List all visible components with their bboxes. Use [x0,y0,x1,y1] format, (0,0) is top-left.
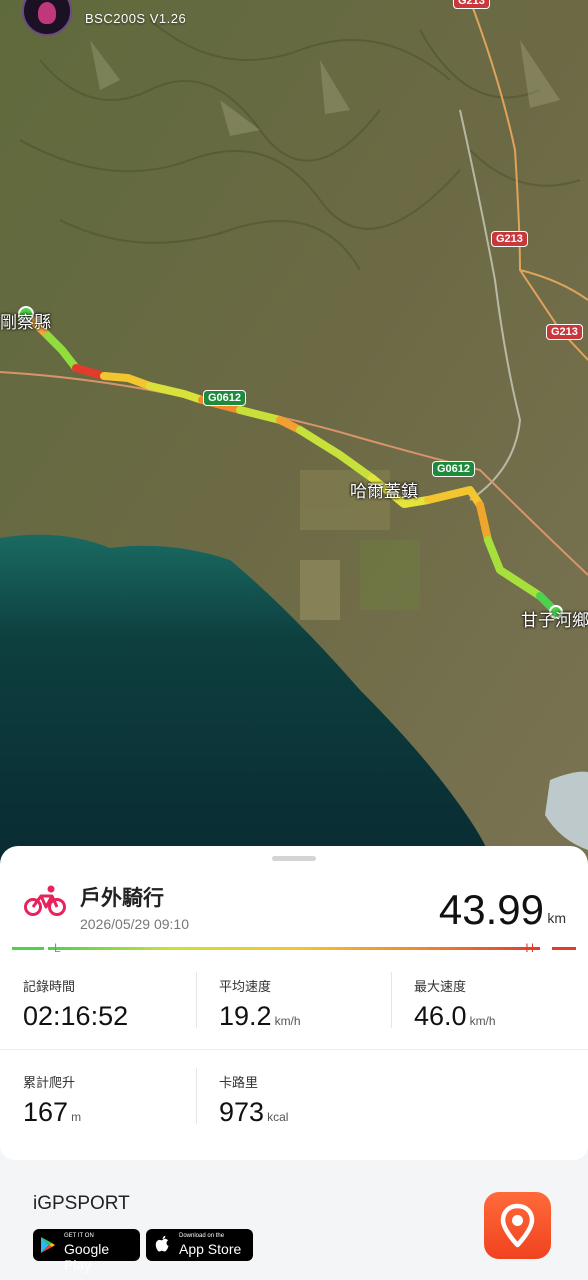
stat-label: 記錄時間 [23,979,76,994]
speed-color-scale: L H [12,941,576,956]
stat-calories: 卡路里 973 kcal [219,1072,389,1128]
google-play-text: Google Play [64,1241,110,1273]
stat-label: 累計爬升 [23,1075,76,1090]
bike-icon [24,885,66,916]
road-badge-g0612: G0612 [204,391,246,405]
stat-value: 02:16:52 [23,1001,129,1031]
google-play-badge[interactable]: GET IT ON Google Play [33,1229,140,1273]
app-store-text: App Store [179,1241,242,1257]
row-divider [0,1049,588,1050]
location-pin-icon [500,1203,535,1248]
stat-avg-speed: 平均速度 19.2 km/h [219,976,389,1032]
route-map[interactable]: BSC200S V1.26 G213 G213 G213 G0612 G0612… [0,0,588,880]
stat-value: 167 [23,1097,69,1127]
stat-value: 973 [219,1097,265,1127]
scale-low-label: L [54,941,61,955]
road-badge-g213-east: G213 [547,325,582,339]
distance-unit: km [547,910,566,926]
stat-value: 46.0 [414,1001,467,1031]
stat-max-speed: 最大速度 46.0 km/h [414,976,584,1032]
divider [196,972,197,1028]
scale-low-line [12,947,44,950]
igpsport-app-icon[interactable] [484,1192,551,1259]
app-store-badge[interactable]: Download on the App Store [146,1229,253,1261]
stat-record-time: 記錄時間 02:16:52 [23,976,193,1032]
stat-unit: kcal [267,1110,289,1124]
road-badge-g213-top: G213 [454,0,489,8]
distance-value: 43.99 [438,886,544,933]
activity-title: 戶外騎行 [80,887,164,910]
place-label-mid: 哈爾蓋鎮 [350,482,418,501]
scale-high-line [552,947,576,950]
stat-unit: km/h [274,1014,301,1028]
scale-high-label: H [525,941,534,955]
drag-handle[interactable] [272,856,316,861]
road-badge-g0612-east: G0612 [433,462,475,476]
activity-datetime: 2026/05/29 09:10 [80,916,189,932]
stat-unit: km/h [469,1014,496,1028]
stat-unit: m [71,1110,82,1124]
divider [391,972,392,1028]
activity-summary-card[interactable]: 戶外騎行 2026/05/29 09:10 43.99 km L H 記錄時間 … [0,846,588,1160]
google-play-icon [41,1237,55,1253]
brand-name: iGPSPORT [33,1193,130,1214]
place-label-start: 剛察縣 [0,313,51,332]
divider [196,1068,197,1124]
stat-elevation-gain: 累計爬升 167 m [23,1072,193,1128]
app-store-small-text: Download on the [179,1233,225,1239]
google-play-small-text: GET IT ON [64,1233,94,1239]
apple-icon [155,1235,169,1252]
stat-label: 最大速度 [414,979,467,994]
stat-label: 平均速度 [219,979,272,994]
stat-label: 卡路里 [219,1075,259,1090]
satellite-map-graphic [0,0,588,880]
road-badge-g213: G213 [492,232,527,246]
device-label: BSC200S V1.26 [85,11,187,26]
place-label-end: 甘子河鄉 [521,611,588,630]
scale-gradient-bar [48,947,540,950]
stat-value: 19.2 [219,1001,272,1031]
